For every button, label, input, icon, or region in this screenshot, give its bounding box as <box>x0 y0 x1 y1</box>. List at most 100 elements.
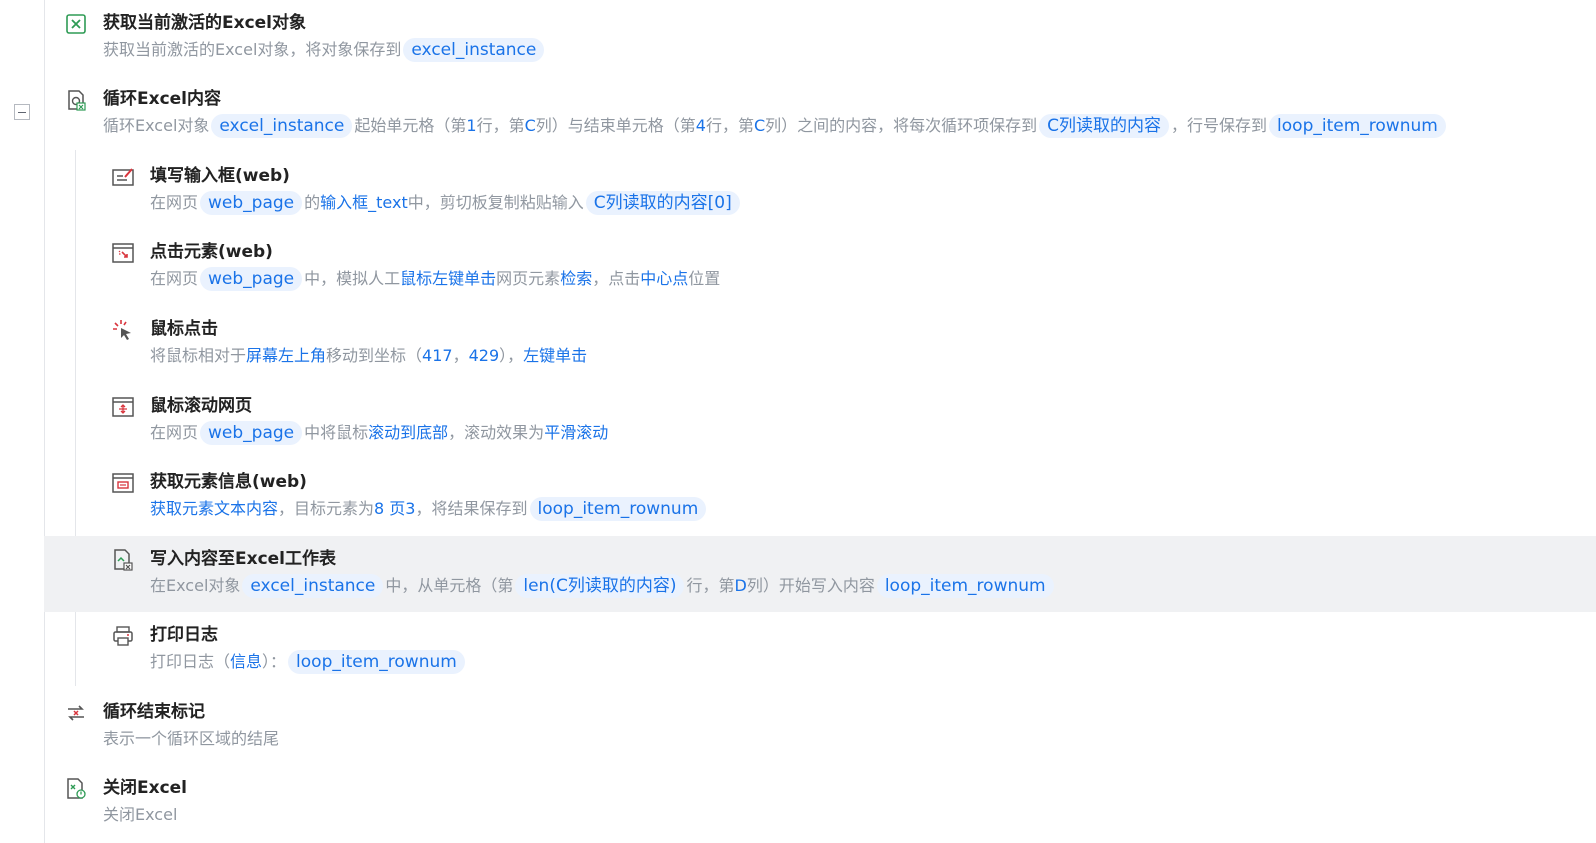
desc-text: 循环Excel对象 <box>103 116 210 135</box>
desc-text: 中将鼠标 <box>304 423 369 442</box>
desc-text: 行，第 <box>476 116 525 135</box>
variable-chip[interactable]: loop_item_rownum <box>1269 114 1446 138</box>
step-click-element[interactable]: 点击元素(web) 在网页 web_page 中，模拟人工鼠标左键单击网页元素检索，… <box>44 229 1596 305</box>
step-title: 获取元素信息(web) <box>150 472 307 492</box>
desc-text: ，点击 <box>592 269 641 288</box>
step-title: 获取当前激活的Excel对象 <box>103 13 307 33</box>
step-desc: 将鼠标相对于屏幕左上角移动到坐标（417，429），左键单击 <box>150 343 587 369</box>
loop-excel-icon <box>64 88 88 112</box>
param-value: 检索 <box>560 269 593 288</box>
desc-text: 行，第 <box>705 116 754 135</box>
step-mouse-click[interactable]: 鼠标点击 将鼠标相对于屏幕左上角移动到坐标（417，429），左键单击 <box>44 306 1596 382</box>
desc-text: 打印日志（ <box>150 652 231 671</box>
desc-text: 中，从单元格（第 <box>385 576 514 595</box>
variable-chip[interactable]: excel_instance <box>403 38 545 62</box>
variable-chip[interactable]: C列读取的内容 <box>1039 114 1170 138</box>
step-desc: 在网页 web_page 中将鼠标滚动到底部，滚动效果为平滑滚动 <box>150 420 608 446</box>
desc-text: ）： <box>262 652 287 671</box>
element-info-icon <box>111 471 135 495</box>
variable-chip[interactable]: excel_instance <box>242 574 384 598</box>
variable-chip[interactable]: loop_item_rownum <box>288 650 465 674</box>
desc-text: 列）之间的内容，将每次循环项保存到 <box>765 116 1038 135</box>
desc-text: ，滚动效果为 <box>448 423 545 442</box>
param-value: 鼠标左键单击 <box>400 269 497 288</box>
excel-icon <box>64 12 88 36</box>
step-desc: 在网页 web_page 的输入框_text中，剪切板复制粘贴输入 C列读取的内容[0… <box>150 190 742 216</box>
param-value: 417 <box>422 346 453 365</box>
param-value: 中心点 <box>640 269 689 288</box>
desc-text: ， <box>452 346 469 365</box>
desc-text: 的 <box>304 193 321 212</box>
step-title: 鼠标滚动网页 <box>150 396 252 416</box>
step-desc: 获取当前激活的Excel对象，将对象保存到 excel_instance <box>103 37 546 63</box>
desc-text: 行，第 <box>686 576 735 595</box>
desc-text: 获取当前激活的Excel对象，将对象保存到 <box>103 40 402 59</box>
variable-chip[interactable]: excel_instance <box>211 114 353 138</box>
step-title: 打印日志 <box>150 625 218 645</box>
desc-text: 起始单元格（第 <box>354 116 467 135</box>
desc-text: 网页元素 <box>496 269 561 288</box>
step-desc: 在Excel对象 excel_instance 中，从单元格（第 len(C列读取的内… <box>150 573 1056 599</box>
desc-text: 位置 <box>688 269 721 288</box>
variable-chip[interactable]: loop_item_rownum <box>876 574 1054 598</box>
step-fill-input[interactable]: 填写输入框(web) 在网页 web_page 的输入框_text中，剪切板复制粘贴… <box>44 153 1596 229</box>
step-desc: 打印日志（信息）： loop_item_rownum <box>150 649 467 675</box>
excel-close-icon <box>64 777 88 801</box>
desc-text: 表示一个循环区域的结尾 <box>103 729 280 748</box>
loop-end-icon <box>64 701 88 725</box>
param-value: 信息 <box>230 652 263 671</box>
desc-text: ）， <box>499 346 524 365</box>
step-title: 循环Excel内容 <box>103 89 222 109</box>
step-loop-excel[interactable]: 循环Excel内容 循环Excel对象 excel_instance 起始单元格（第… <box>44 76 1596 152</box>
variable-chip[interactable]: web_page <box>200 421 303 445</box>
param-value: 获取元素文本内容 <box>150 499 279 518</box>
step-close-excel[interactable]: 关闭Excel 关闭Excel <box>44 765 1596 841</box>
loop-collapse-toggle[interactable] <box>14 104 30 120</box>
excel-write-icon <box>111 548 135 572</box>
step-title: 循环结束标记 <box>103 702 205 722</box>
desc-text: 在Excel对象 <box>150 576 241 595</box>
step-title: 点击元素(web) <box>150 242 273 262</box>
step-get-element-info[interactable]: 获取元素信息(web) 获取元素文本内容，目标元素为8 页3，将结果保存到 loo… <box>44 459 1596 535</box>
step-get-excel[interactable]: 获取当前激活的Excel对象 获取当前激活的Excel对象，将对象保存到 exce… <box>44 0 1596 76</box>
step-write-excel[interactable]: 写入内容至Excel工作表 在Excel对象 excel_instance 中，从单… <box>44 536 1596 612</box>
param-value: 输入框_text <box>320 193 408 212</box>
step-desc: 循环Excel对象 excel_instance 起始单元格（第1行，第C列）与结束… <box>103 113 1448 139</box>
param-value: 4 <box>695 116 706 135</box>
click-element-icon <box>111 241 135 265</box>
input-edit-icon <box>111 165 135 189</box>
desc-text: ，目标元素为 <box>278 499 375 518</box>
step-title: 写入内容至Excel工作表 <box>150 549 337 569</box>
param-value: D <box>734 576 747 595</box>
param-value: 平滑滚动 <box>544 423 609 442</box>
variable-chip[interactable]: web_page <box>200 191 303 215</box>
variable-chip[interactable]: web_page <box>200 267 303 291</box>
variable-chip[interactable]: loop_item_rownum <box>529 497 707 521</box>
desc-text: 将鼠标相对于 <box>150 346 247 365</box>
step-desc: 表示一个循环区域的结尾 <box>103 726 279 752</box>
desc-text: 关闭Excel <box>103 805 178 824</box>
printer-icon <box>111 624 135 648</box>
step-title: 填写输入框(web) <box>150 166 290 186</box>
desc-text: 列）开始写入内容 <box>746 576 875 595</box>
param-value: 屏幕左上角 <box>246 346 327 365</box>
step-print-log[interactable]: 打印日志 打印日志（信息）： loop_item_rownum <box>44 612 1596 688</box>
step-scroll-page[interactable]: 鼠标滚动网页 在网页 web_page 中将鼠标滚动到底部，滚动效果为平滑滚动 <box>44 383 1596 459</box>
param-value: C <box>524 116 536 135</box>
step-title: 鼠标点击 <box>150 319 218 339</box>
variable-chip[interactable]: len(C列读取的内容) <box>515 574 685 598</box>
scroll-page-icon <box>111 395 135 419</box>
variable-chip[interactable]: C列读取的内容[0] <box>585 191 740 215</box>
param-value: 1 <box>466 116 477 135</box>
param-value: 429 <box>468 346 500 365</box>
step-desc: 在网页 web_page 中，模拟人工鼠标左键单击网页元素检索，点击中心点位置 <box>150 266 720 292</box>
desc-text: 在网页 <box>150 193 199 212</box>
desc-text: 中，模拟人工 <box>304 269 401 288</box>
step-desc: 获取元素文本内容，目标元素为8 页3，将结果保存到 loop_item_rownu… <box>150 496 708 522</box>
desc-text: 在网页 <box>150 269 199 288</box>
param-value: 滚动到底部 <box>368 423 449 442</box>
desc-text: 列）与结束单元格（第 <box>535 116 696 135</box>
desc-text: 移动到坐标（ <box>326 346 423 365</box>
step-loop-end[interactable]: 循环结束标记 表示一个循环区域的结尾 <box>44 689 1596 765</box>
desc-text: ，将结果保存到 <box>415 499 528 518</box>
